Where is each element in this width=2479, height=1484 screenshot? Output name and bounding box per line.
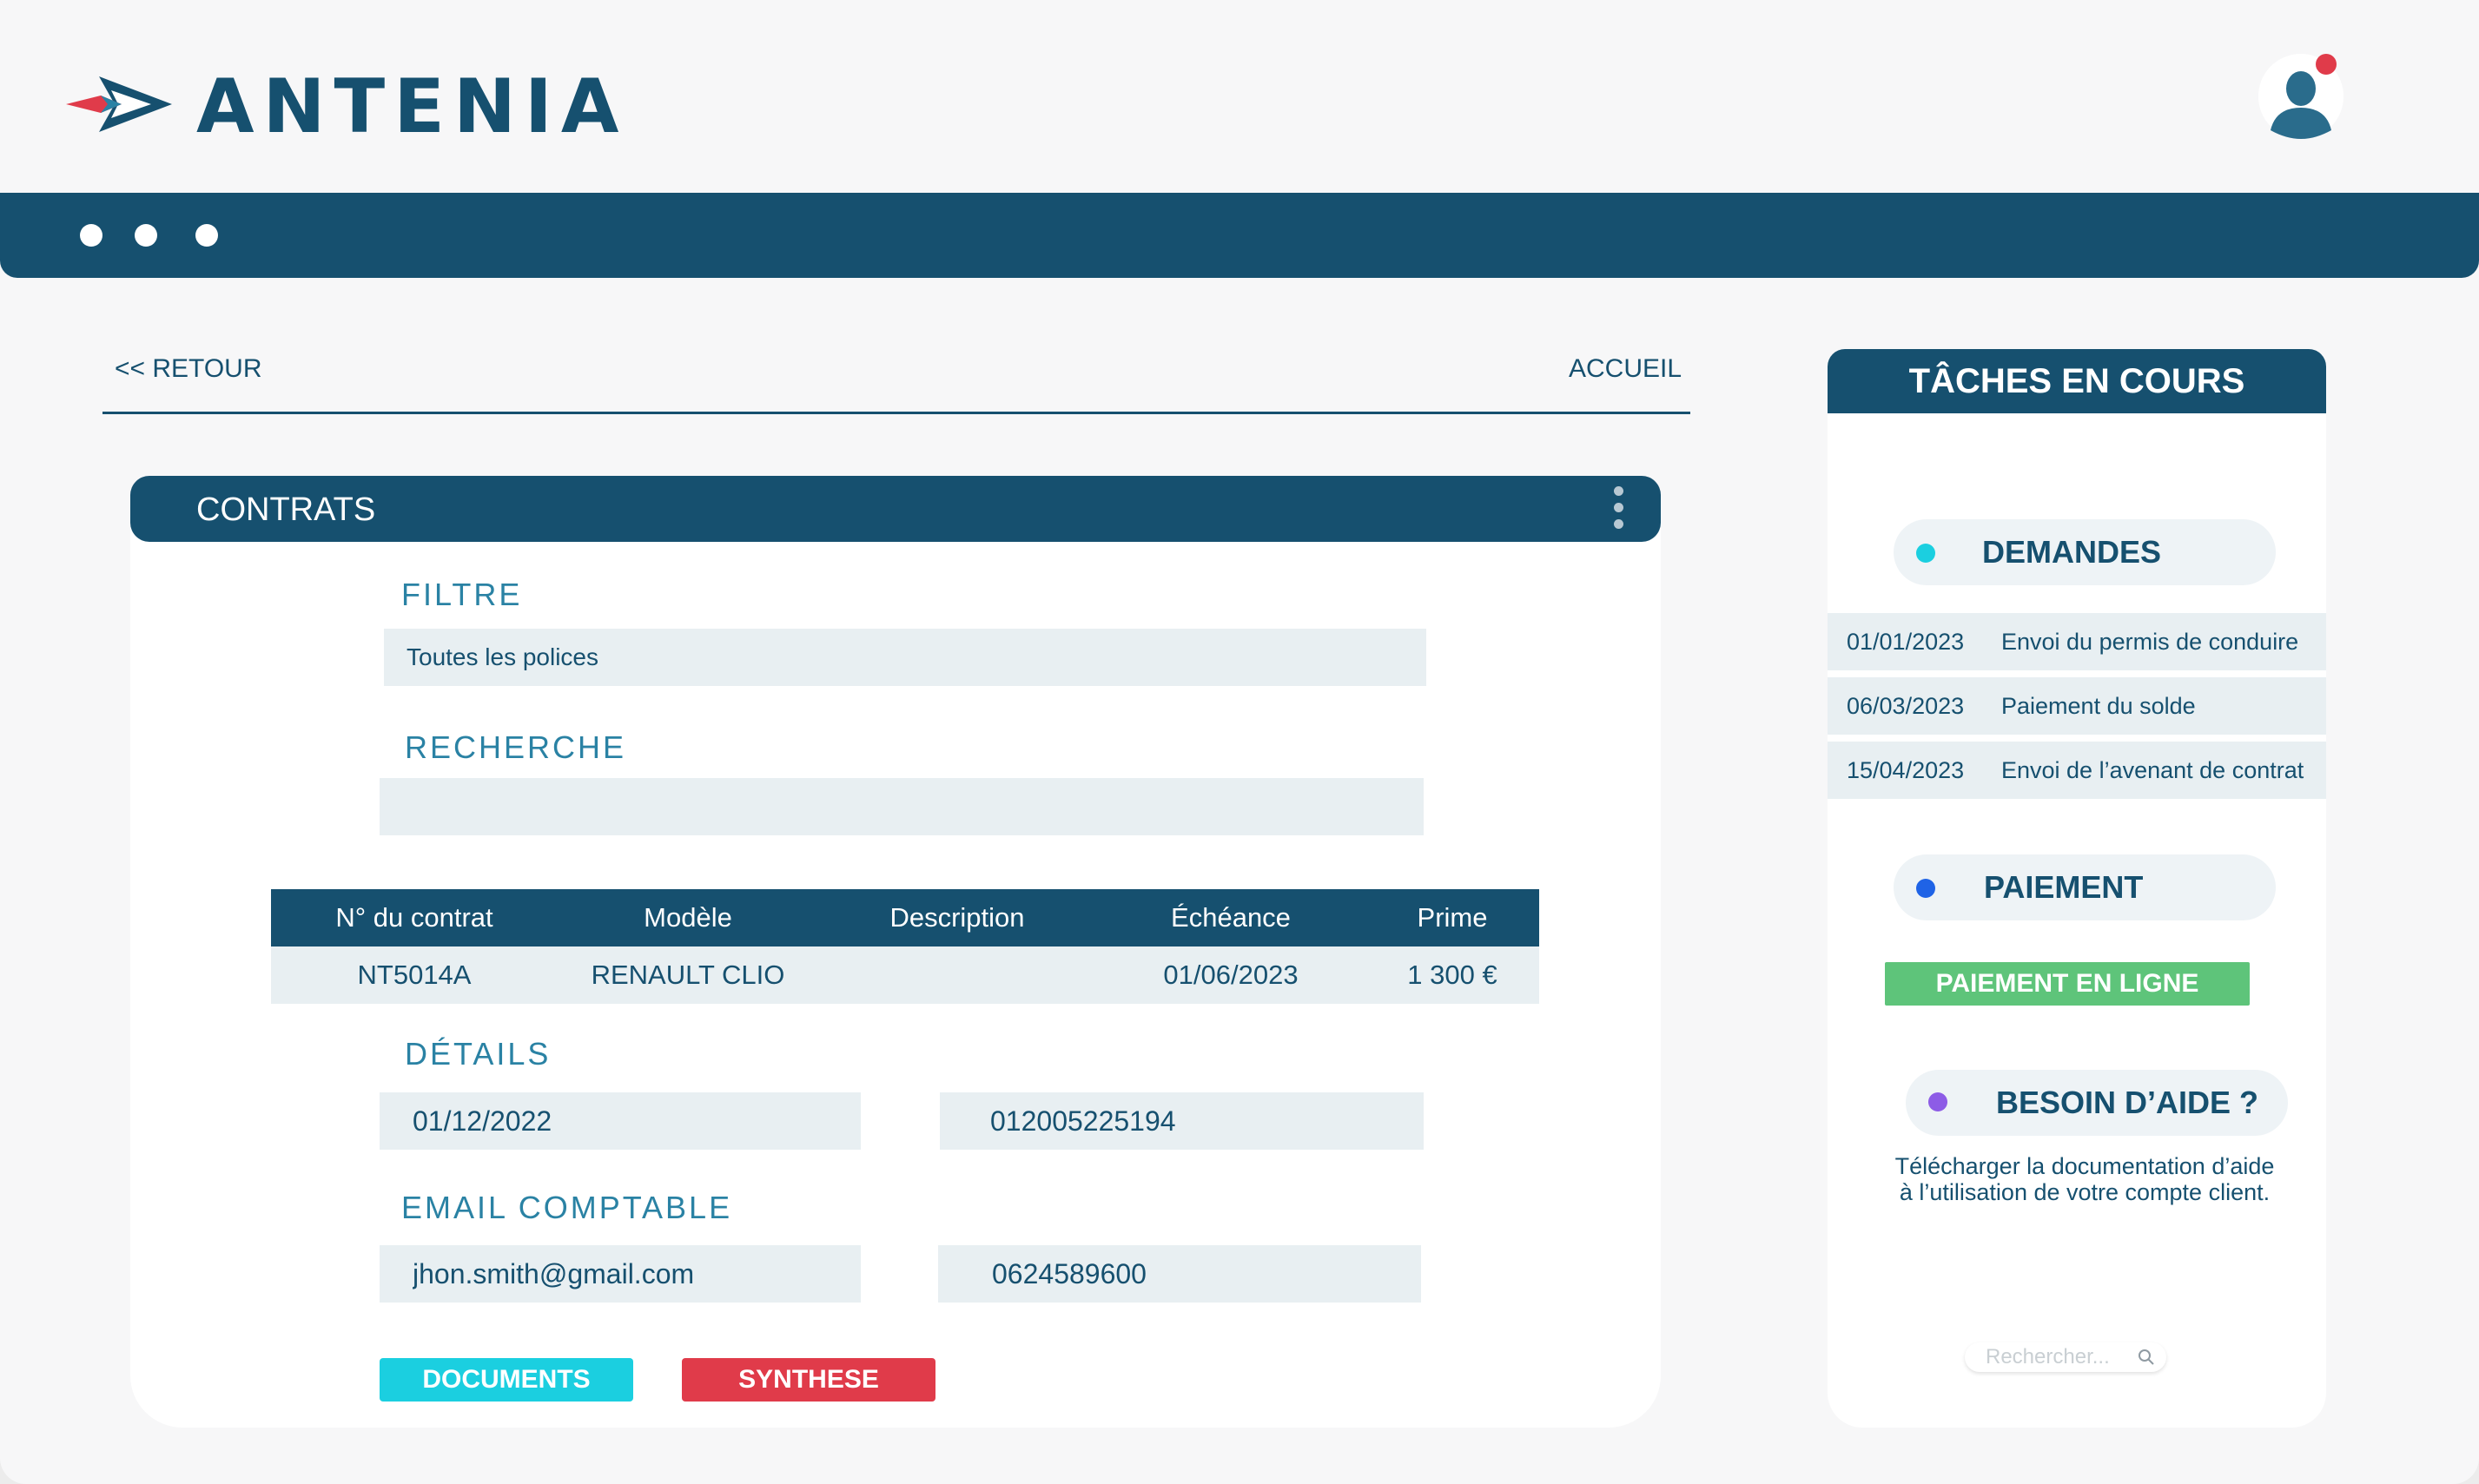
synthese-button[interactable]: SYNTHESE <box>682 1358 935 1402</box>
more-options-icon[interactable] <box>1614 486 1624 535</box>
column-header[interactable]: Modèle <box>558 889 818 946</box>
task-row[interactable]: 01/01/2023 Envoi du permis de conduire <box>1828 613 2326 670</box>
table-row[interactable]: NT5014A RENAULT CLIO 01/06/2023 1 300 € <box>271 946 1539 1004</box>
help-line: Télécharger la documentation d’aide <box>1894 1153 2275 1179</box>
back-link[interactable]: << RETOUR <box>115 354 262 384</box>
window-dot <box>135 224 157 247</box>
notification-dot <box>2316 54 2337 75</box>
help-description[interactable]: Télécharger la documentation d’aide à l’… <box>1868 1153 2302 1205</box>
window-dot <box>195 224 218 247</box>
search-icon[interactable] <box>2135 1346 2158 1369</box>
contracts-table-header: N° du contrat Modèle Description Échéanc… <box>271 889 1539 946</box>
details-number-field[interactable] <box>940 1092 1424 1150</box>
description-cell <box>818 946 1096 1004</box>
column-header[interactable]: N° du contrat <box>271 889 558 946</box>
model-cell: RENAULT CLIO <box>591 960 785 990</box>
task-row[interactable]: 15/04/2023 Envoi de l’avenant de contrat <box>1828 742 2326 799</box>
premium-cell: 1 300 € <box>1407 960 1497 990</box>
online-payment-button[interactable]: PAIEMENT EN LIGNE <box>1885 962 2250 1006</box>
column-header[interactable]: Échéance <box>1096 889 1365 946</box>
email-field[interactable] <box>380 1245 861 1303</box>
details-date-field[interactable] <box>380 1092 861 1150</box>
brand-name: ANTENIA <box>196 63 628 150</box>
task-date: 01/01/2023 <box>1847 629 1965 655</box>
details-label: DÉTAILS <box>405 1036 552 1072</box>
task-date: 06/03/2023 <box>1847 693 1965 719</box>
demandes-label: DEMANDES <box>1982 534 2162 570</box>
phone-field[interactable] <box>938 1245 1421 1303</box>
logo-icon <box>66 69 174 139</box>
task-text: Paiement du solde <box>2001 693 2196 719</box>
purple-dot-icon <box>1928 1092 1947 1111</box>
email-label: EMAIL COMPTABLE <box>401 1190 733 1225</box>
task-search-box[interactable] <box>1965 1342 2166 1372</box>
paiement-label: PAIEMENT <box>1984 869 2144 905</box>
cyan-dot-icon <box>1916 544 1935 563</box>
column-header[interactable]: Description <box>818 889 1096 946</box>
tasks-title: TÂCHES EN COURS <box>1908 362 2245 400</box>
filter-select[interactable] <box>384 629 1426 686</box>
blue-dot-icon <box>1916 879 1935 898</box>
home-link[interactable]: ACCUEIL <box>1569 354 1682 384</box>
window-dot <box>80 224 102 247</box>
documents-button[interactable]: DOCUMENTS <box>380 1358 633 1402</box>
due-date-cell: 01/06/2023 <box>1163 960 1299 990</box>
task-text: Envoi du permis de conduire <box>2001 629 2299 655</box>
filter-label: FILTRE <box>401 577 523 612</box>
nav-divider <box>102 412 1690 414</box>
aide-label: BESOIN D’AIDE ? <box>1996 1085 2259 1120</box>
task-row[interactable]: 06/03/2023 Paiement du solde <box>1828 677 2326 735</box>
contracts-title: CONTRATS <box>196 491 376 528</box>
task-search-input[interactable] <box>1984 1344 2135 1370</box>
search-input[interactable] <box>380 778 1424 835</box>
help-line: à l’utilisation de votre compte client. <box>1899 1179 2271 1205</box>
task-date: 15/04/2023 <box>1847 757 1965 783</box>
task-text: Envoi de l’avenant de contrat <box>2001 757 2304 783</box>
column-header[interactable]: Prime <box>1365 889 1539 946</box>
contract-number-cell: NT5014A <box>357 960 472 990</box>
window-toolbar <box>0 193 2479 278</box>
search-label: RECHERCHE <box>405 729 627 765</box>
